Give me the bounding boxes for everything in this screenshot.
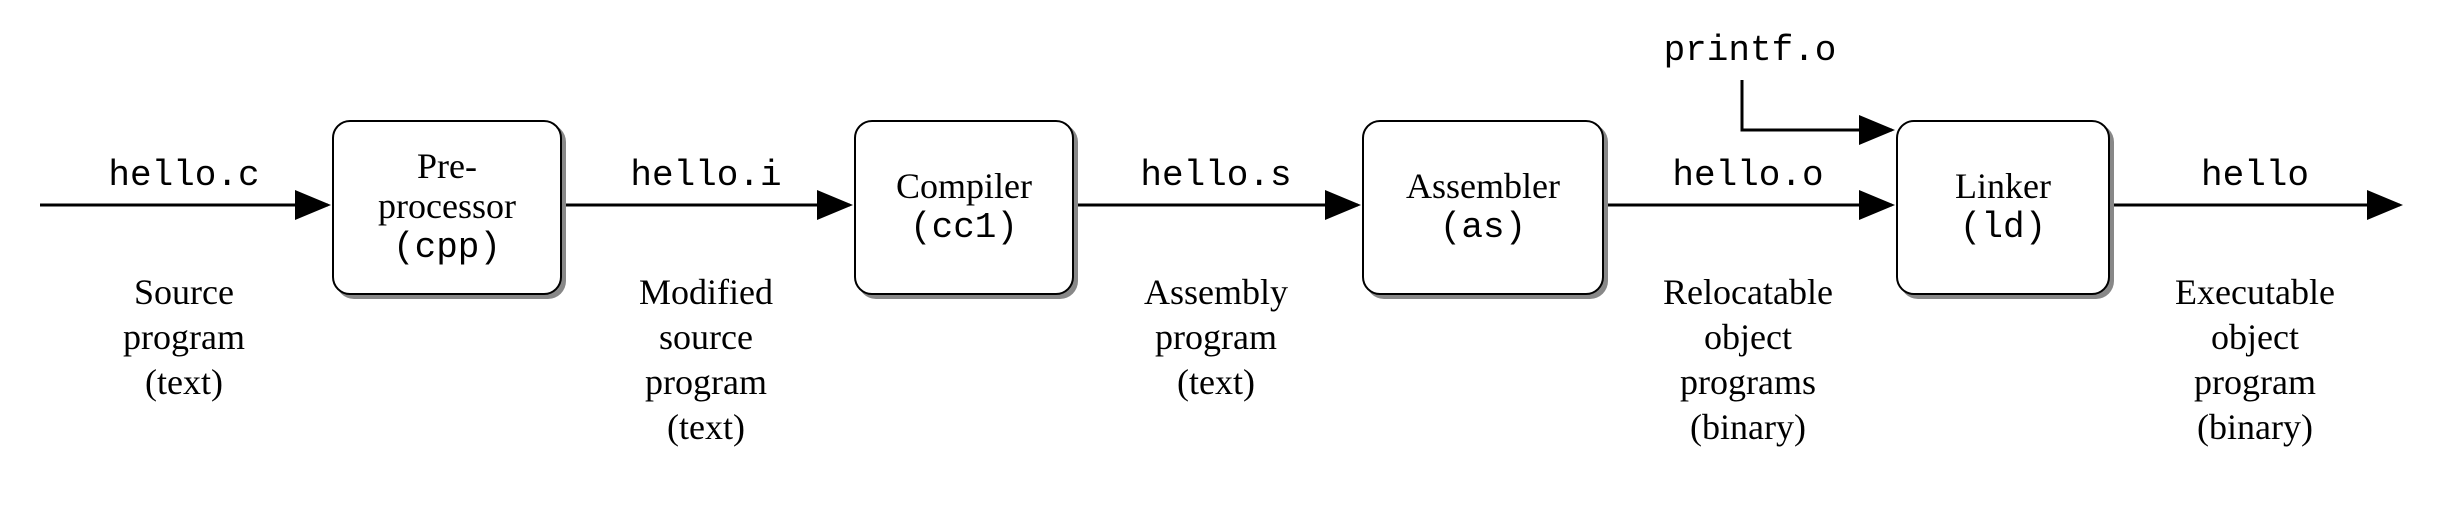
desc-assembly: Assembly program (text)	[1074, 270, 1358, 405]
file-hello-s: hello.s	[1074, 155, 1358, 196]
stage-tool: (ld)	[1898, 207, 2108, 248]
stage-assembler: Assembler (as)	[1362, 120, 1604, 295]
stage-compiler: Compiler (cc1)	[854, 120, 1074, 295]
desc-source: Source program (text)	[40, 270, 328, 405]
file-hello-i: hello.i	[562, 155, 850, 196]
desc-modified: Modified source program (text)	[562, 270, 850, 450]
file-printf-o: printf.o	[1620, 30, 1880, 71]
stage-preprocessor: Pre- processor (cpp)	[332, 120, 562, 295]
stage-tool: (as)	[1364, 207, 1602, 248]
stage-title: Pre- processor	[334, 147, 560, 226]
stage-tool: (cpp)	[334, 227, 560, 268]
file-hello-o: hello.o	[1604, 155, 1892, 196]
stage-title: Assembler	[1364, 167, 1602, 207]
file-hello: hello	[2110, 155, 2400, 196]
stage-title: Linker	[1898, 167, 2108, 207]
stage-tool: (cc1)	[856, 207, 1072, 248]
desc-relocatable: Relocatable object programs (binary)	[1604, 270, 1892, 450]
stage-title: Compiler	[856, 167, 1072, 207]
desc-executable: Executable object program (binary)	[2110, 270, 2400, 450]
file-hello-c: hello.c	[40, 155, 328, 196]
stage-linker: Linker (ld)	[1896, 120, 2110, 295]
